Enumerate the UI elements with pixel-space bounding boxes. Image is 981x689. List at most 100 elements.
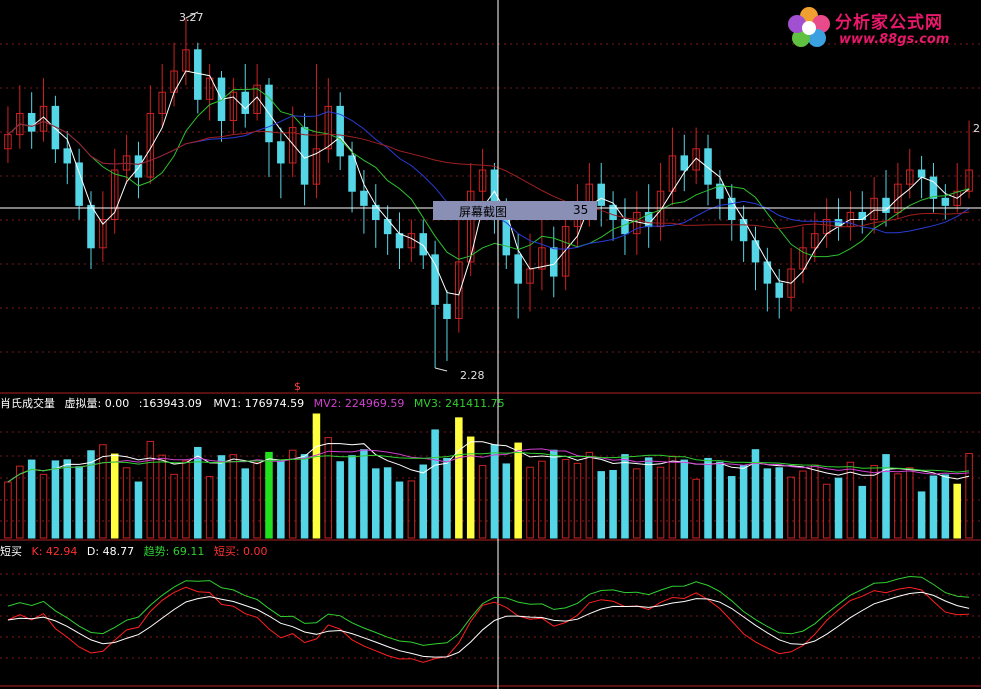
volume-bar [312,413,321,539]
volume-bar [716,461,724,539]
price-right-label: 2 [973,122,980,135]
volume-bar [680,459,689,539]
volume-bar [110,453,119,539]
indicator-title: 短买 [0,545,22,558]
volume-bar [407,480,416,539]
candle-body [514,254,522,284]
volume-bar [372,468,380,539]
d-value: 48.77 [102,545,135,558]
popup-number: 35 [573,203,589,217]
volume-bar [277,460,285,539]
candle-body [858,211,867,221]
volume-bar [561,459,570,539]
candle-body [277,141,285,164]
candle-body [929,176,938,199]
volume-bar [27,459,36,539]
candle-body [941,197,950,206]
volume-bar [265,451,273,539]
volume-bar [182,460,190,539]
volume-title: 肖氏成交量 [0,397,55,410]
candle-body [443,303,451,320]
volume-bar [763,468,772,539]
volume-bar [858,485,867,539]
volume-bar [775,467,783,539]
mv2-value: 224969.59 [344,397,405,410]
k-value: 42.94 [45,545,78,558]
volume-bar [894,473,902,539]
trend-label: 趋势: [143,545,170,558]
volume-bar [609,470,617,539]
stock-chart-window: { "colors": { "background": "#000000", "… [0,0,981,689]
volume-bar [929,475,938,539]
volume-bar [39,473,48,539]
volume-bar [383,467,392,539]
d-line [7,591,970,658]
candle-body [609,204,617,221]
volume-bar [4,481,12,539]
volume-bar [194,446,202,539]
ma-line-white [7,70,970,296]
low-pointer [434,367,448,372]
volume-header: 肖氏成交量 虚拟量: 0.00 :163943.09 MV1: 176974.5… [0,397,505,410]
candle-body [775,282,783,298]
volume-bar [822,483,831,539]
candle-body [431,254,439,305]
mv3-label: MV3: [413,397,442,410]
volume-bar [514,442,522,539]
popup-text: 屏幕截图 [459,205,508,219]
mv2-line [7,448,970,483]
volume-bar [63,459,72,539]
volume-bar [490,444,499,539]
volume-bar [395,481,404,539]
logo-name: 分析家公式网 [835,13,943,33]
candle-body [27,112,36,132]
mv3-line [7,451,970,483]
volume-bar [644,457,653,539]
mv3-value: 241411.75 [445,397,505,410]
volume-bar [300,454,309,539]
volume-bar [324,437,333,539]
volume-bar [621,454,629,539]
volume-bar [799,470,807,539]
volume-bar [882,454,890,539]
candle-body [680,155,689,171]
volume-bar [549,449,558,539]
virtual-value: 0.00 [104,397,130,410]
volume-bar [241,468,250,539]
d-label: D: [86,545,100,558]
candle-body [194,49,202,100]
price-high-label: 3.27 [179,11,204,24]
candle-body [360,190,368,206]
volume-bar [217,455,226,539]
candle-body [621,219,629,235]
volume-bar [466,436,475,539]
volume-bar [633,468,641,539]
site-logo: 分析家公式网 www.88gs.com [783,2,975,54]
volume-bar [170,473,178,539]
mv2-label: MV2: [313,397,342,410]
volume-bar [502,463,511,539]
logo-url: www.88gs.com [839,32,950,47]
volume-bar [336,461,344,539]
volume-bar [478,465,487,539]
volume-bar [739,465,748,539]
volume-bar [455,417,463,539]
volume-bar [205,476,214,539]
volume-bar [727,476,736,539]
volume-bar [941,474,950,539]
candle-body [241,91,250,114]
screenshot-popup[interactable]: 屏幕截图 35 [433,201,597,220]
price-low-label: 2.28 [460,369,485,382]
volume-bar [431,429,439,539]
volume-bar [87,450,95,539]
volume-bar [526,466,534,539]
price-marker: $ [294,380,301,393]
volume-bar [99,444,107,539]
volume-bar [348,455,356,539]
mv1-label: MV1: [213,397,242,410]
candle-body [75,162,83,206]
indicator-header: 短买 K: 42.94 D: 48.77 趋势: 69.11 短买: 0.00 [0,545,268,558]
volume-bar [811,464,819,539]
k-label: K: [31,545,43,558]
volume-bar [585,451,594,539]
